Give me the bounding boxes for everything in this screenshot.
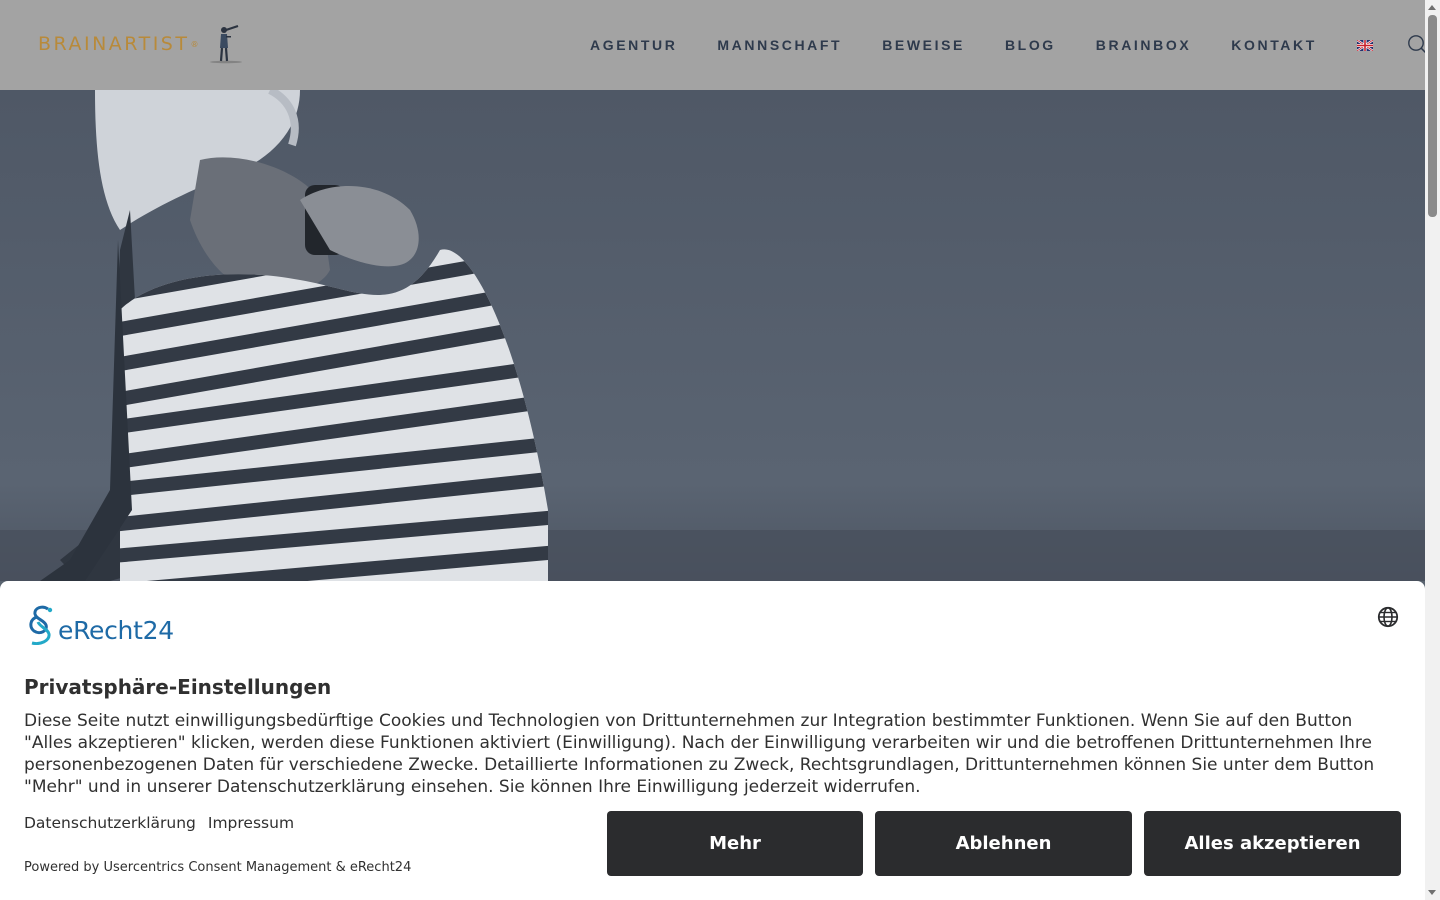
nav-item-agentur[interactable]: AGENTUR	[590, 37, 677, 53]
cookie-consent-banner: eRecht24 Privatsphäre-Einstellungen Dies…	[0, 581, 1425, 900]
brainartist-logo[interactable]: BRAINARTIST ®	[38, 24, 244, 64]
nav-item-blog[interactable]: BLOG	[1005, 37, 1056, 53]
consent-description: Diese Seite nutzt einwilligungsbedürftig…	[24, 711, 1375, 797]
powered-by-text: Powered by Usercentrics Consent Manageme…	[24, 860, 412, 875]
hero-image	[0, 90, 1425, 581]
privacy-policy-link[interactable]: Datenschutzerklärung	[24, 814, 196, 832]
erecht24-brand-text: eRecht24	[58, 616, 174, 645]
nav-item-kontakt[interactable]: KONTAKT	[1231, 37, 1317, 53]
deny-button[interactable]: Ablehnen	[875, 811, 1132, 876]
more-button[interactable]: Mehr	[607, 811, 863, 876]
scroll-down-arrow-icon[interactable]	[1428, 890, 1436, 895]
nav-item-mannschaft[interactable]: MANNSCHAFT	[717, 37, 842, 53]
logo-registered-mark: ®	[190, 39, 199, 49]
telescope-figure-icon	[210, 24, 243, 64]
consent-links: Datenschutzerklärung Impressum	[24, 814, 306, 832]
consent-title: Privatsphäre-Einstellungen	[24, 675, 332, 699]
scroll-up-arrow-icon[interactable]	[1428, 5, 1436, 10]
page-scrollbar[interactable]	[1425, 0, 1440, 900]
erecht24-paragraph-icon	[29, 605, 53, 645]
accept-all-button[interactable]: Alles akzeptieren	[1144, 811, 1401, 876]
nav-item-beweise[interactable]: BEWEISE	[882, 37, 965, 53]
site-header: BRAINARTIST ® AGENTUR MANNSCHAFT BEWEISE…	[0, 0, 1428, 90]
uk-flag-icon[interactable]	[1356, 39, 1373, 51]
main-navigation: AGENTUR MANNSCHAFT BEWEISE BLOG BRAINBOX…	[590, 0, 1429, 90]
globe-icon[interactable]	[1377, 606, 1399, 628]
erecht24-logo: eRecht24	[24, 605, 174, 645]
child-with-binoculars-illustration	[0, 90, 1425, 581]
logo-text: BRAINARTIST	[38, 33, 190, 55]
scrollbar-thumb[interactable]	[1428, 15, 1437, 217]
nav-item-brainbox[interactable]: BRAINBOX	[1096, 37, 1191, 53]
imprint-link[interactable]: Impressum	[208, 814, 294, 832]
